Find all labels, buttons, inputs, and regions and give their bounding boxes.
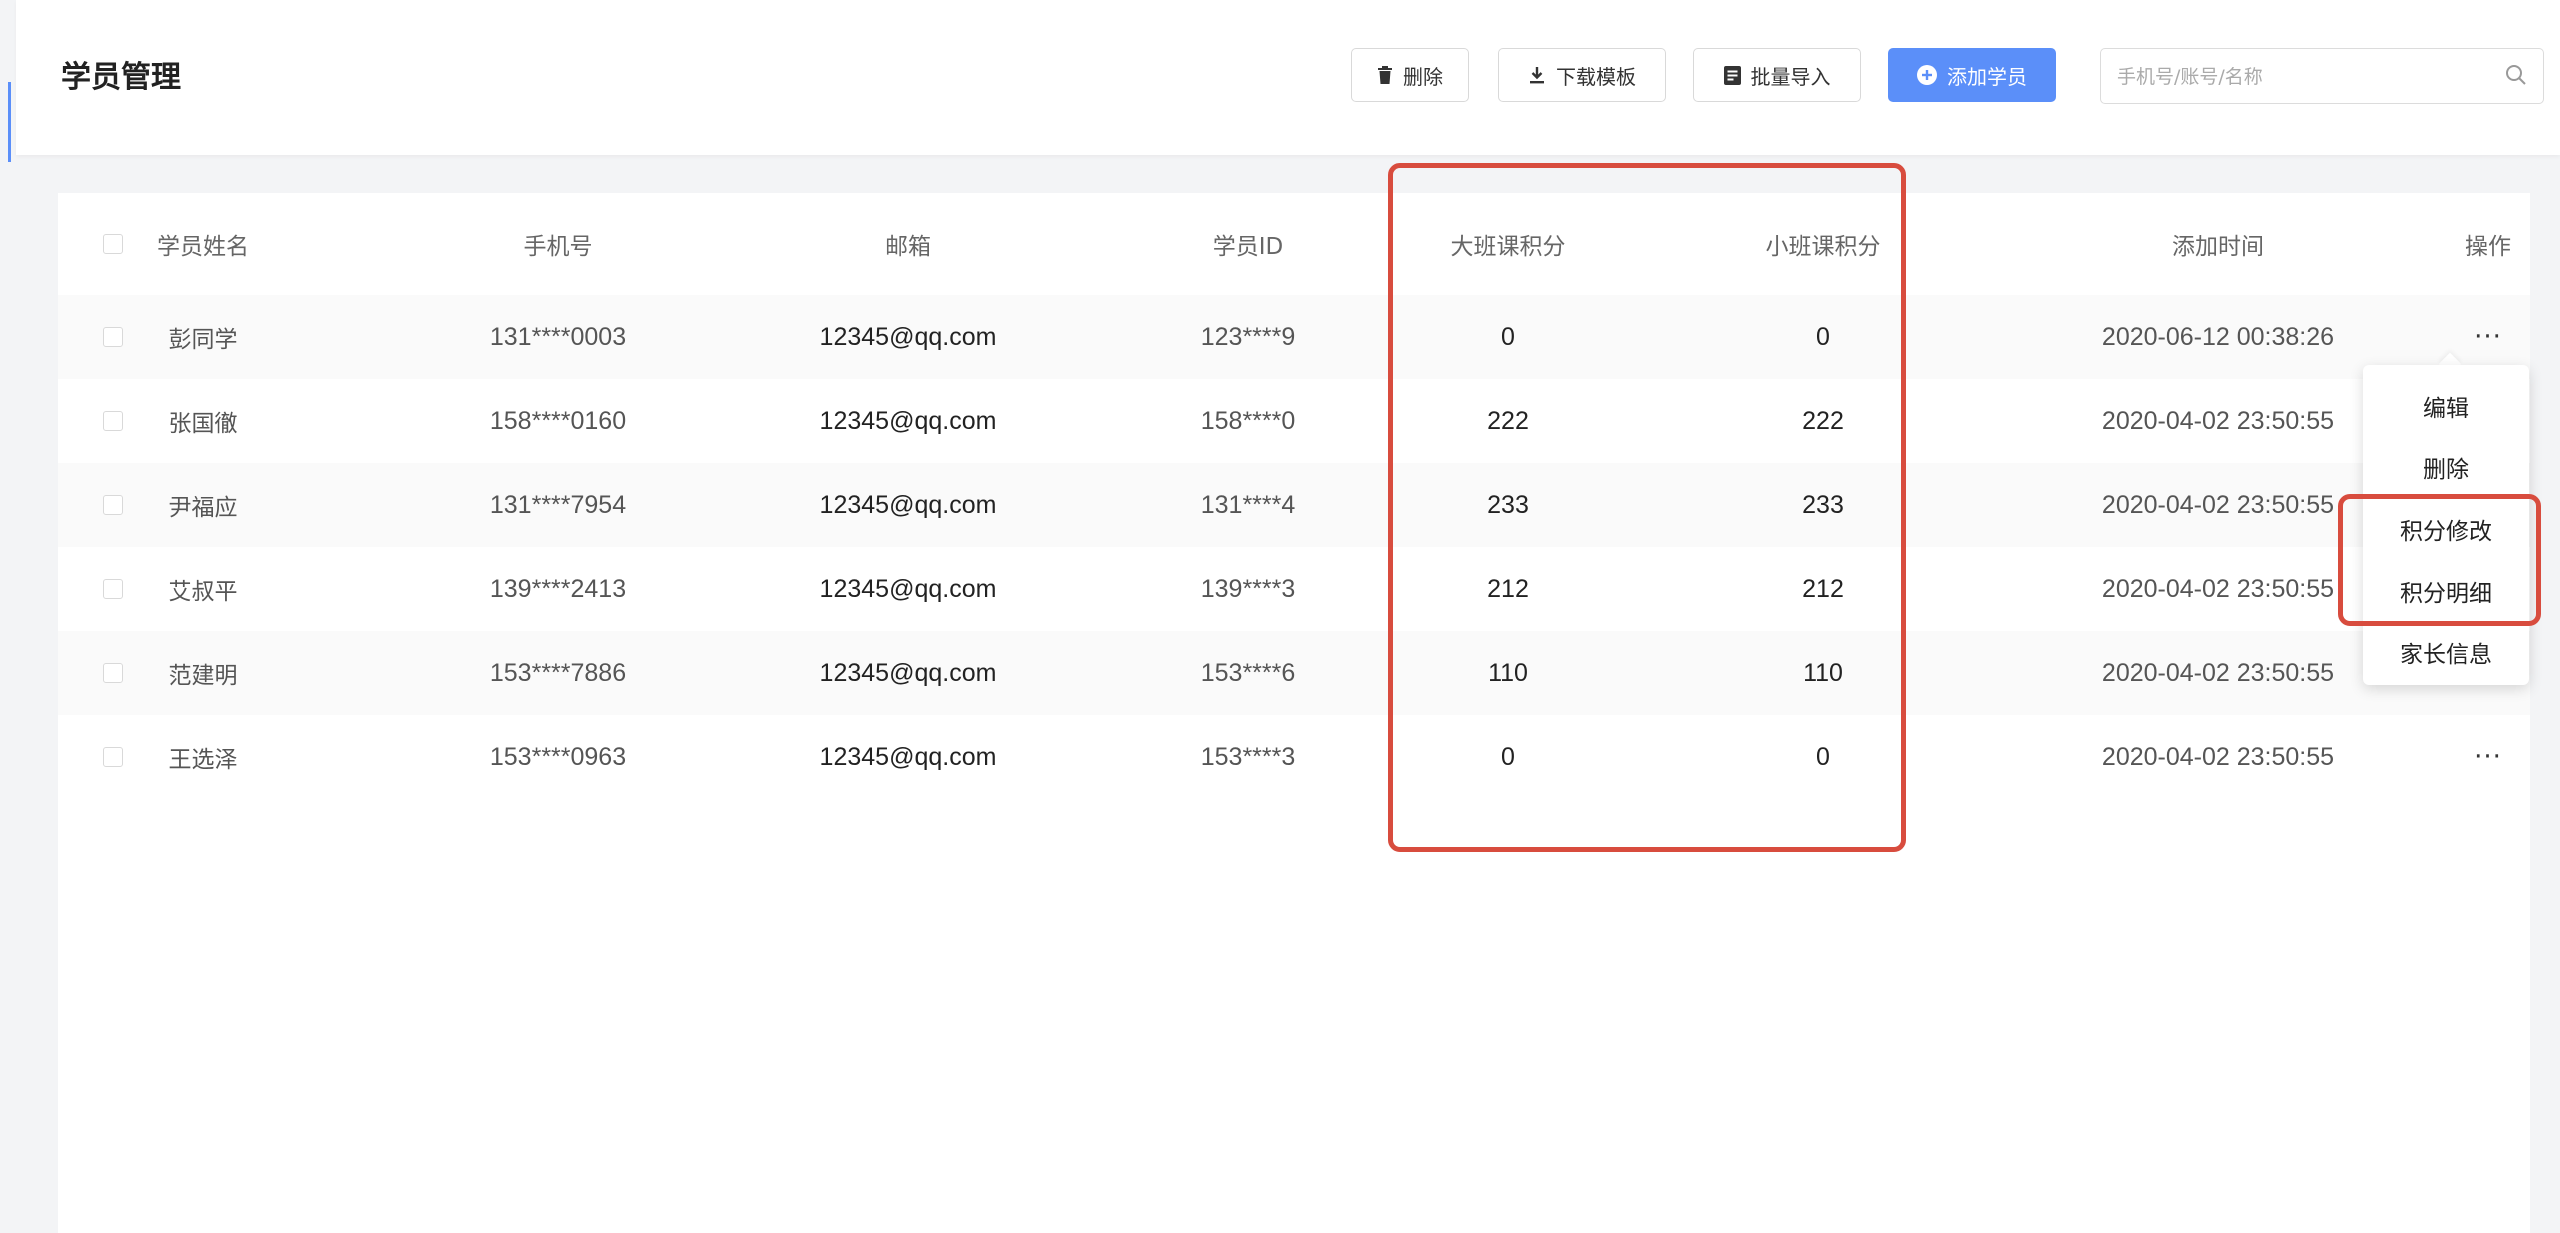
- student-name: 范建明: [168, 663, 238, 689]
- left-accent-bar: [8, 82, 11, 162]
- row-checkbox-cell: [98, 379, 128, 463]
- row-checkbox[interactable]: [103, 579, 123, 599]
- small-class-points: 110: [1803, 658, 1843, 687]
- student-id: 153****3: [1200, 742, 1296, 771]
- add-student-button[interactable]: 添加学员: [1888, 48, 2056, 102]
- menu-item-points-edit[interactable]: 积分修改: [2363, 501, 2529, 557]
- menu-item-edit[interactable]: 编辑: [2363, 378, 2529, 434]
- student-phone: 139****2413: [489, 574, 627, 603]
- column-header-student-id[interactable]: 学员ID: [1128, 193, 1368, 295]
- small-class-points: 0: [1816, 742, 1830, 771]
- row-checkbox-cell: [98, 463, 128, 547]
- batch-import-button[interactable]: 批量导入: [1693, 48, 1861, 102]
- search-icon[interactable]: [2505, 64, 2527, 86]
- select-all-cell: [98, 193, 128, 295]
- column-header-email[interactable]: 邮箱: [758, 193, 1058, 295]
- column-header-name[interactable]: 学员姓名: [138, 193, 268, 295]
- student-email: 12345@qq.com: [819, 322, 997, 351]
- table-row[interactable]: 张国徹 158****0160 12345@qq.com 158****0 22…: [58, 379, 2530, 463]
- menu-item-parent-info[interactable]: 家长信息: [2363, 624, 2529, 680]
- student-id: 153****6: [1200, 658, 1296, 687]
- student-table: 学员姓名 手机号 邮箱 学员ID 大班课积分 小班课积分 添加时间 操作 彭同学…: [58, 193, 2530, 1233]
- big-class-points: 0: [1501, 322, 1515, 351]
- student-id: 131****4: [1200, 490, 1296, 519]
- student-email: 12345@qq.com: [819, 742, 997, 771]
- row-checkbox[interactable]: [103, 327, 123, 347]
- student-name: 彭同学: [168, 327, 238, 353]
- student-email: 12345@qq.com: [819, 658, 997, 687]
- download-template-button[interactable]: 下载模板: [1498, 48, 1666, 102]
- big-class-points: 0: [1501, 742, 1515, 771]
- table-header: 学员姓名 手机号 邮箱 学员ID 大班课积分 小班课积分 添加时间 操作: [58, 193, 2530, 296]
- student-email: 12345@qq.com: [819, 406, 997, 435]
- student-id: 123****9: [1200, 322, 1296, 351]
- table-row[interactable]: 范建明 153****7886 12345@qq.com 153****6 11…: [58, 631, 2530, 715]
- page-header: 学员管理 删除 下载模板 批量导入 添加学员: [16, 0, 2560, 155]
- student-phone: 158****0160: [489, 406, 627, 435]
- big-class-points: 212: [1487, 574, 1529, 603]
- delete-button-label: 删除: [1403, 64, 1443, 89]
- delete-button[interactable]: 删除: [1351, 48, 1469, 102]
- row-checkbox-cell: [98, 547, 128, 631]
- column-header-big-class-points[interactable]: 大班课积分: [1398, 193, 1618, 295]
- student-phone: 153****0963: [489, 742, 627, 771]
- student-name: 张国徹: [168, 411, 238, 437]
- student-phone: 131****0003: [489, 322, 627, 351]
- student-name: 艾叔平: [168, 579, 238, 605]
- trash-icon: [1378, 66, 1392, 84]
- menu-item-points-detail[interactable]: 积分明细: [2363, 563, 2529, 619]
- row-checkbox[interactable]: [103, 411, 123, 431]
- column-header-small-class-points[interactable]: 小班课积分: [1713, 193, 1933, 295]
- student-name: 王选泽: [168, 747, 238, 773]
- column-header-added-time[interactable]: 添加时间: [2008, 193, 2428, 295]
- row-checkbox-cell: [98, 631, 128, 715]
- more-actions-button[interactable]: ···: [2428, 715, 2548, 799]
- page-title: 学员管理: [61, 60, 181, 95]
- column-header-actions: 操作: [2465, 234, 2511, 260]
- select-all-checkbox[interactable]: [103, 234, 123, 254]
- row-actions-menu: 编辑 删除 积分修改 积分明细 家长信息: [2363, 365, 2529, 685]
- student-email: 12345@qq.com: [819, 574, 997, 603]
- document-icon: [1723, 65, 1741, 85]
- download-icon: [1530, 67, 1544, 84]
- row-checkbox-cell: [98, 715, 128, 799]
- table-row[interactable]: 尹福应 131****7954 12345@qq.com 131****4 23…: [58, 463, 2530, 547]
- row-checkbox[interactable]: [103, 747, 123, 767]
- plus-circle-icon: [1917, 65, 1937, 85]
- download-template-label: 下载模板: [1556, 64, 1636, 89]
- student-id: 139****3: [1200, 574, 1296, 603]
- add-student-label: 添加学员: [1947, 64, 2027, 89]
- big-class-points: 222: [1487, 406, 1529, 435]
- small-class-points: 233: [1802, 490, 1844, 519]
- batch-import-label: 批量导入: [1750, 64, 1831, 89]
- small-class-points: 212: [1802, 574, 1844, 603]
- search-box: [2100, 48, 2544, 104]
- column-header-phone[interactable]: 手机号: [438, 193, 678, 295]
- small-class-points: 222: [1802, 406, 1844, 435]
- table-row[interactable]: 彭同学 131****0003 12345@qq.com 123****9 0 …: [58, 295, 2530, 379]
- row-checkbox[interactable]: [103, 495, 123, 515]
- student-phone: 153****7886: [489, 658, 627, 687]
- big-class-points: 233: [1487, 490, 1529, 519]
- student-phone: 131****7954: [489, 490, 627, 519]
- student-email: 12345@qq.com: [819, 490, 997, 519]
- menu-item-delete[interactable]: 删除: [2363, 439, 2529, 495]
- student-id: 158****0: [1200, 406, 1296, 435]
- table-row[interactable]: 王选泽 153****0963 12345@qq.com 153****3 0 …: [58, 715, 2530, 799]
- row-checkbox-cell: [98, 295, 128, 379]
- table-row[interactable]: 艾叔平 139****2413 12345@qq.com 139****3 21…: [58, 547, 2530, 631]
- small-class-points: 0: [1816, 322, 1830, 351]
- search-input[interactable]: [2115, 49, 2499, 104]
- student-name: 尹福应: [168, 495, 238, 521]
- big-class-points: 110: [1488, 658, 1528, 687]
- added-time: 2020-04-02 23:50:55: [2101, 742, 2335, 771]
- row-checkbox[interactable]: [103, 663, 123, 683]
